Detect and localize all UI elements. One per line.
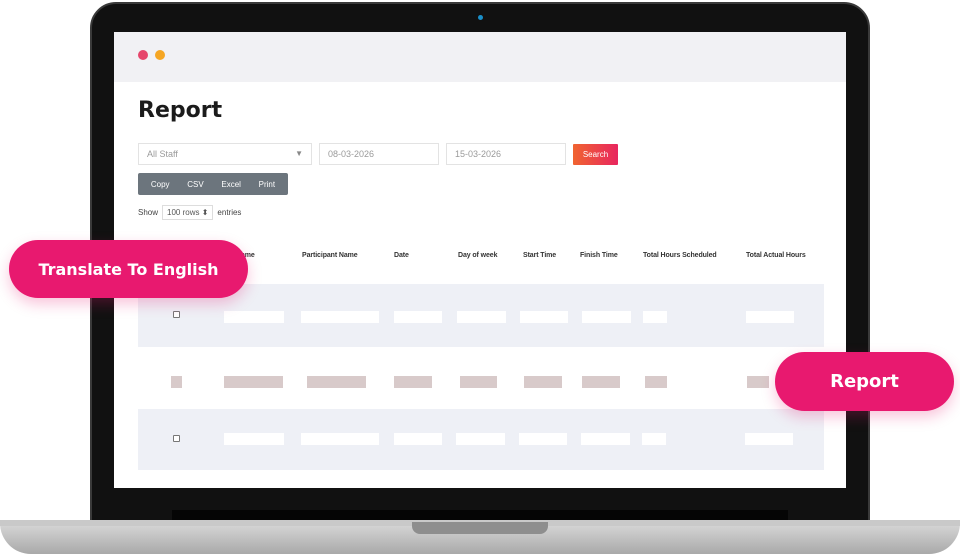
placeholder-cell xyxy=(301,433,379,445)
table-row xyxy=(138,284,824,347)
search-button[interactable]: Search xyxy=(573,144,618,165)
table-row xyxy=(138,409,824,470)
placeholder-cell xyxy=(520,311,568,323)
placeholder-cell xyxy=(394,376,432,388)
placeholder-cell xyxy=(224,376,283,388)
camera-icon xyxy=(478,15,483,20)
export-button-group: Copy CSV Excel Print xyxy=(138,173,288,195)
column-header-total-actual-hours[interactable]: Total Actual Hours xyxy=(746,252,806,259)
report-badge[interactable]: Report xyxy=(775,352,954,411)
placeholder-cell xyxy=(645,376,667,388)
copy-button[interactable]: Copy xyxy=(151,180,170,189)
red-dot-icon[interactable] xyxy=(138,50,148,60)
length-menu-suffix: entries xyxy=(217,208,242,217)
laptop-notch xyxy=(412,522,548,534)
placeholder-cell xyxy=(307,376,366,388)
placeholder-cell xyxy=(457,311,506,323)
placeholder-cell xyxy=(456,433,505,445)
date-to-input[interactable]: 15-03-2026 xyxy=(446,143,566,165)
placeholder-cell xyxy=(460,376,497,388)
print-button[interactable]: Print xyxy=(259,180,275,189)
orange-dot-icon[interactable] xyxy=(155,50,165,60)
placeholder-cell xyxy=(394,311,442,323)
column-header-start-time[interactable]: Start Time xyxy=(523,252,556,259)
placeholder-cell xyxy=(524,376,562,388)
placeholder-cell xyxy=(224,311,284,323)
column-header-finish-time[interactable]: Finish Time xyxy=(580,252,618,259)
page-title: Report xyxy=(138,98,223,123)
rows-per-page-value: 100 rows xyxy=(167,208,200,217)
placeholder-cell xyxy=(747,376,769,388)
date-from-input[interactable]: 08-03-2026 xyxy=(319,143,439,165)
excel-button[interactable]: Excel xyxy=(221,180,241,189)
rows-per-page-select[interactable]: 100 rows ⬍ xyxy=(162,205,214,220)
staff-select[interactable]: All Staff ▼ xyxy=(138,143,312,165)
placeholder-cell xyxy=(519,433,567,445)
row-checkbox[interactable] xyxy=(173,311,180,318)
placeholder-cell xyxy=(582,376,620,388)
placeholder-cell xyxy=(746,311,794,323)
placeholder-cell xyxy=(643,311,667,323)
placeholder-cell xyxy=(642,433,666,445)
column-header-day-of-week[interactable]: Day of week xyxy=(458,252,497,259)
column-header-participant-name[interactable]: Participant Name xyxy=(302,252,358,259)
length-menu-prefix: Show xyxy=(138,208,159,217)
placeholder-cell xyxy=(171,376,182,388)
column-header-date[interactable]: Date xyxy=(394,252,409,259)
placeholder-cell xyxy=(301,311,379,323)
staff-select-value: All Staff xyxy=(147,149,178,159)
placeholder-cell xyxy=(394,433,442,445)
length-menu: Show 100 rows ⬍ entries xyxy=(138,205,241,220)
column-header-total-hours-scheduled[interactable]: Total Hours Scheduled xyxy=(643,252,717,259)
updown-caret-icon: ⬍ xyxy=(201,208,209,217)
row-checkbox[interactable] xyxy=(173,435,180,442)
placeholder-cell xyxy=(745,433,793,445)
translate-to-english-button[interactable]: Translate To English xyxy=(9,240,248,298)
placeholder-cell xyxy=(581,433,630,445)
chevron-down-icon: ▼ xyxy=(295,149,303,158)
table-row xyxy=(138,347,824,409)
window-titlebar xyxy=(114,32,846,82)
placeholder-cell xyxy=(582,311,631,323)
csv-button[interactable]: CSV xyxy=(187,180,203,189)
placeholder-cell xyxy=(224,433,284,445)
